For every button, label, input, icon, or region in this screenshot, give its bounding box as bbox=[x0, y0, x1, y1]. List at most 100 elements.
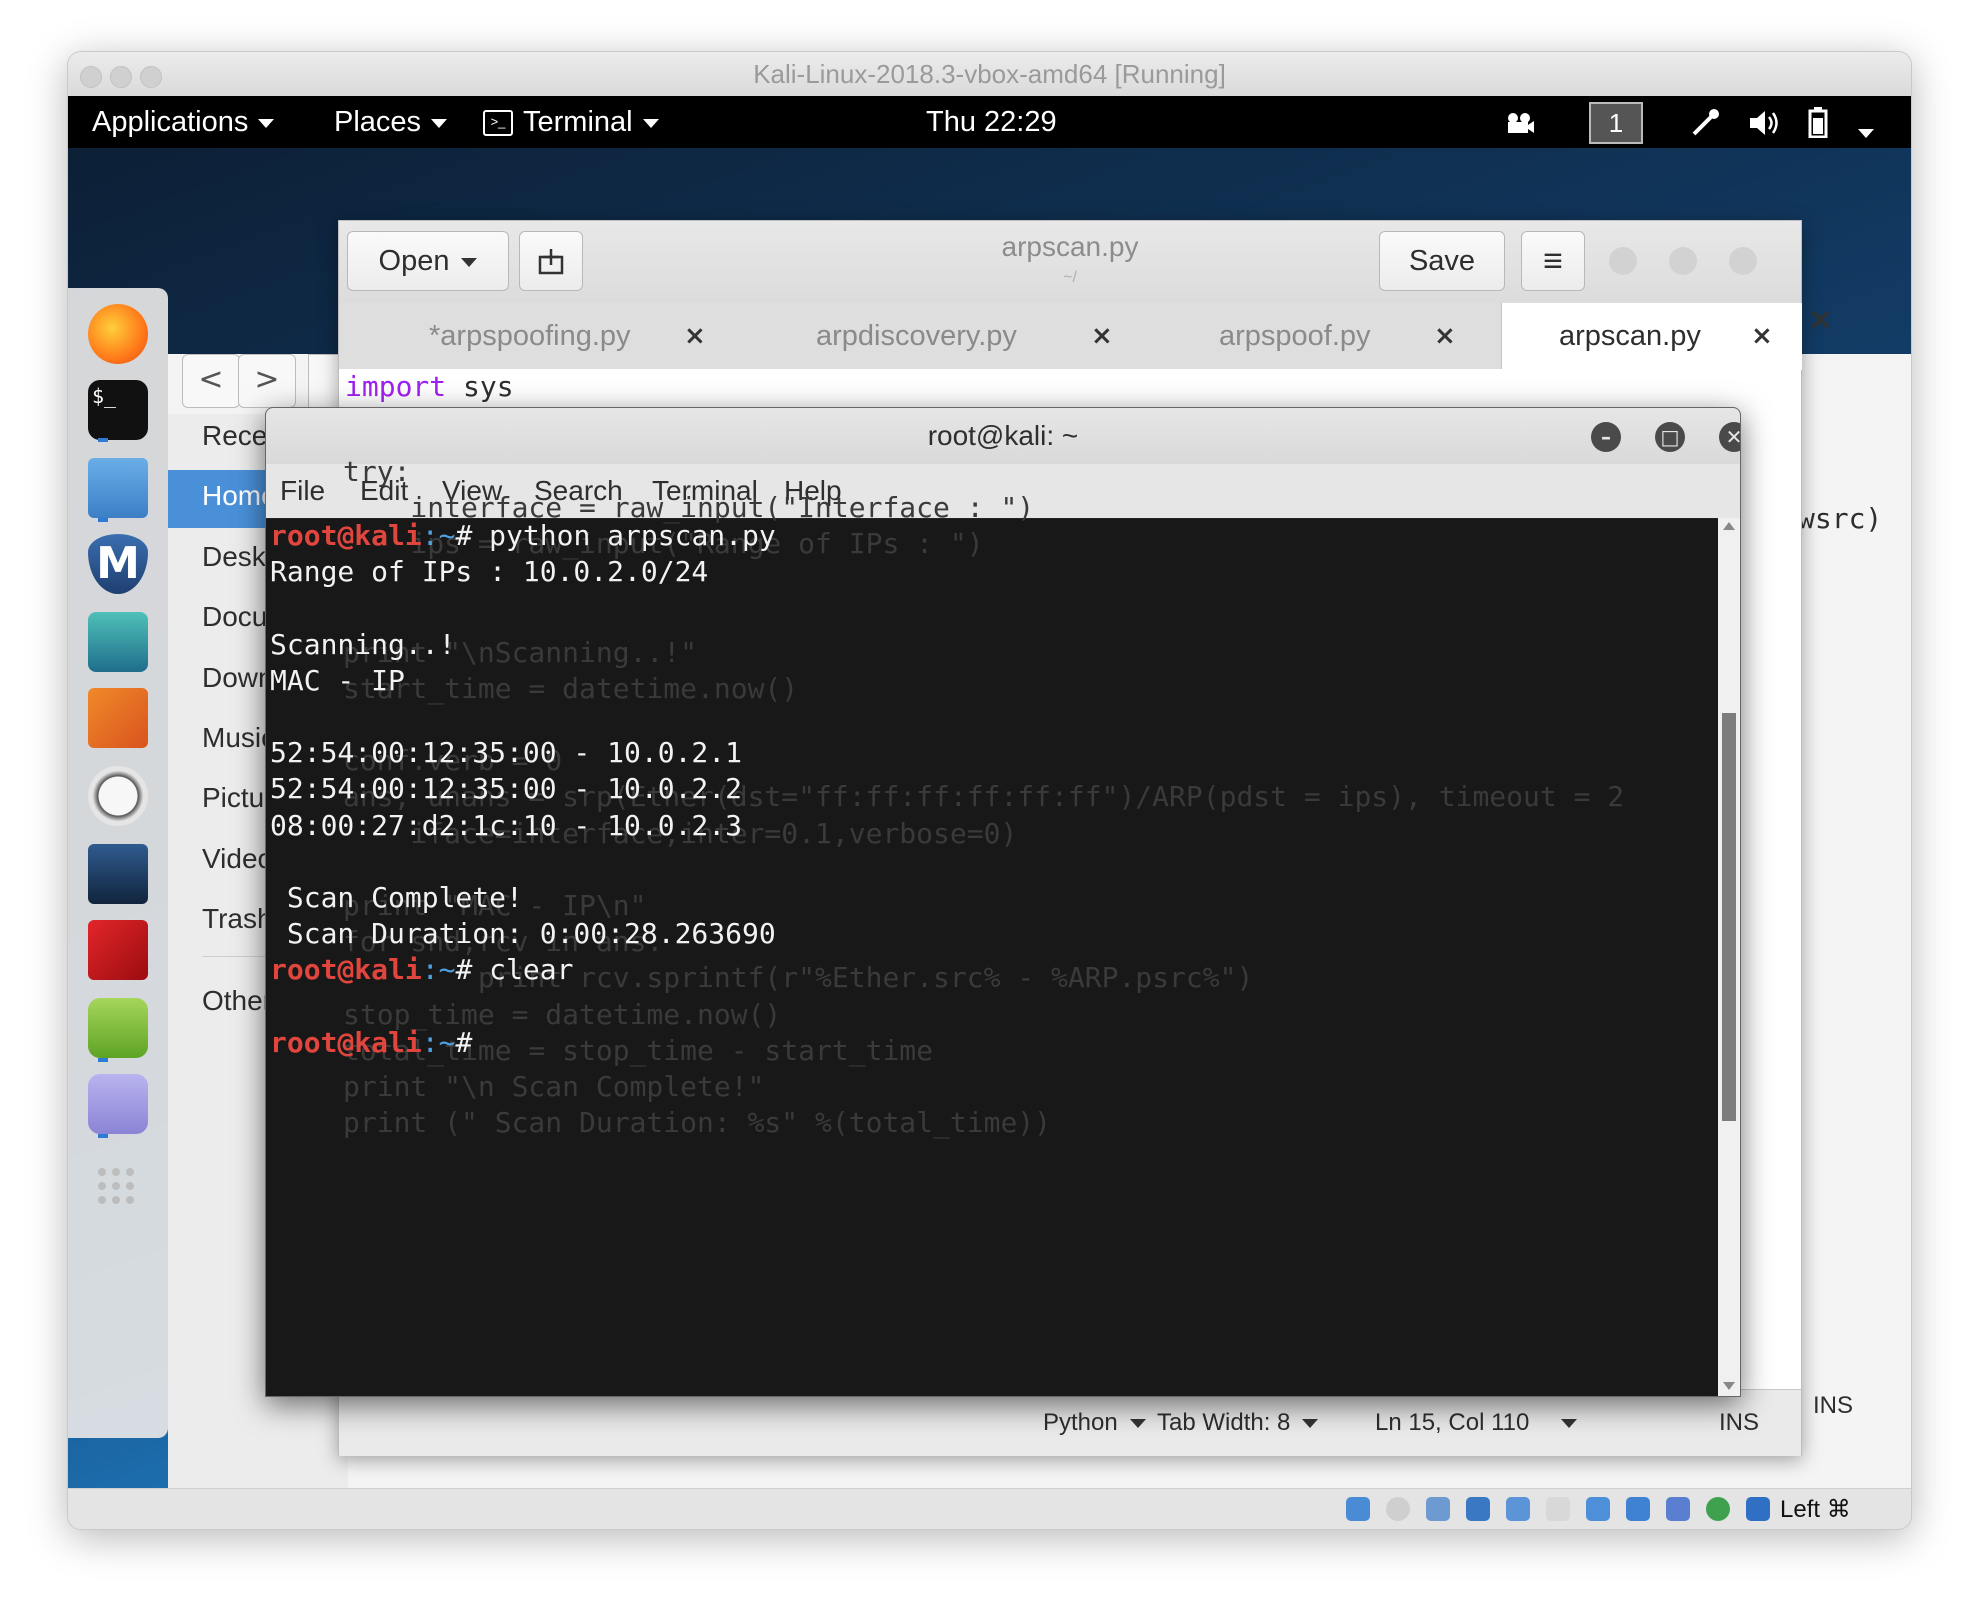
terminal-line: MAC - IP bbox=[270, 663, 405, 697]
folder-icon[interactable] bbox=[88, 458, 148, 518]
gedit-icon[interactable] bbox=[88, 1074, 148, 1134]
tab-close-icon[interactable]: × bbox=[1434, 303, 1456, 369]
mouse-integration-icon[interactable] bbox=[1706, 1497, 1730, 1521]
terminal-window: root@kali: ~ – □ ✕ File Edit View Search… bbox=[265, 407, 1741, 1397]
prompt-hash: # bbox=[455, 1025, 490, 1059]
workspace-indicator[interactable]: 1 bbox=[1589, 102, 1643, 144]
tab-arpspoofing[interactable]: *arpspoofing.py bbox=[429, 303, 631, 369]
prompt-user: root@kali bbox=[270, 519, 422, 552]
language-selector[interactable]: Python bbox=[1043, 1390, 1146, 1456]
save-button[interactable]: Save bbox=[1379, 231, 1505, 291]
armitage-icon[interactable] bbox=[88, 612, 148, 672]
clock[interactable]: Thu 22:29 bbox=[926, 96, 1057, 148]
ghost-code-line: try: bbox=[343, 454, 411, 488]
files-ins-label: INS bbox=[1813, 1392, 1854, 1419]
cpu-icon[interactable] bbox=[1666, 1497, 1690, 1521]
insert-mode: INS bbox=[1719, 1409, 1760, 1436]
eyedropper-icon[interactable] bbox=[1690, 108, 1720, 138]
close-icon[interactable] bbox=[1729, 247, 1757, 275]
leafpad-icon[interactable] bbox=[88, 998, 148, 1058]
terminal-line: Scan Complete! bbox=[270, 881, 523, 915]
terminal-line: 08:00:27:d2:1c:10 - 10.0.2.3 bbox=[270, 808, 743, 842]
chevron-down-icon bbox=[1129, 1419, 1146, 1429]
prompt-hash: # bbox=[455, 953, 490, 987]
terminal-icon: >_ bbox=[483, 110, 513, 137]
running-indicator bbox=[98, 438, 108, 442]
terminal-output[interactable]: from scapy.all import * try: interface =… bbox=[266, 455, 1718, 1396]
gedit-headerbar: Open arpscan.py ~/ Save ≡ bbox=[339, 221, 1801, 304]
minimize-icon[interactable] bbox=[1609, 247, 1637, 275]
terminal-line: 52:54:00:12:35:00 - 10.0.2.1 bbox=[270, 736, 743, 770]
hard-disk-icon[interactable] bbox=[1346, 1497, 1370, 1521]
metasploit-icon[interactable]: M bbox=[88, 534, 148, 594]
terminal-dock-icon[interactable]: $_ bbox=[88, 380, 148, 440]
scroll-down-icon[interactable] bbox=[1723, 1382, 1735, 1390]
system-menu-chevron-icon[interactable] bbox=[1848, 116, 1874, 149]
maltego-icon[interactable] bbox=[88, 766, 148, 826]
scrollbar-thumb[interactable] bbox=[1722, 713, 1736, 1121]
firefox-icon[interactable] bbox=[88, 304, 148, 364]
running-indicator bbox=[98, 518, 108, 522]
running-indicator bbox=[98, 1134, 108, 1138]
gnome-top-bar: Applications Places >_ Terminal Thu 22:29… bbox=[68, 96, 1911, 148]
audio-icon[interactable] bbox=[1426, 1497, 1450, 1521]
applications-label: Applications bbox=[92, 106, 249, 138]
faraday-icon[interactable] bbox=[88, 920, 148, 980]
show-apps-icon[interactable] bbox=[96, 1166, 136, 1206]
terminal-line: Scanning..! bbox=[270, 627, 456, 661]
prompt-user: root@kali bbox=[270, 1025, 422, 1059]
chevron-down-icon bbox=[1561, 1419, 1577, 1429]
guest-screen: Applications Places >_ Terminal Thu 22:29… bbox=[68, 96, 1911, 1488]
battery-icon[interactable] bbox=[1808, 106, 1828, 139]
code-line-1: import sys bbox=[345, 370, 514, 403]
cursor-position[interactable]: Ln 15, Col 110 bbox=[1375, 1390, 1529, 1456]
host-key-label: Left ⌘ bbox=[1780, 1496, 1851, 1523]
ghost-code-line bbox=[343, 417, 1624, 453]
tab-arpscan[interactable]: arpscan.py bbox=[1559, 303, 1701, 369]
tab-arpdiscovery[interactable]: arpdiscovery.py bbox=[816, 303, 1017, 369]
tab-width-selector[interactable]: Tab Width: 8 bbox=[1157, 1390, 1319, 1456]
ghost-code-line: print "\n Scan Complete!" bbox=[343, 1070, 765, 1104]
hamburger-menu-icon[interactable]: ≡ bbox=[1521, 231, 1585, 291]
network-icon[interactable] bbox=[1466, 1497, 1490, 1521]
tab-close-icon[interactable]: × bbox=[1751, 303, 1773, 369]
video-icon[interactable] bbox=[1505, 110, 1535, 134]
burpsuite-icon[interactable] bbox=[88, 688, 148, 748]
vbox-statusbar: Left ⌘ bbox=[68, 1488, 1911, 1529]
applications-menu[interactable]: Applications bbox=[92, 96, 275, 148]
terminal-line: root@kali:~# bbox=[270, 1025, 776, 1061]
places-menu[interactable]: Places bbox=[334, 96, 448, 148]
prompt-path: :~ bbox=[421, 953, 456, 987]
terminal-app-menu[interactable]: >_ Terminal bbox=[483, 96, 659, 148]
forward-icon[interactable]: > bbox=[238, 354, 296, 408]
vm-titlebar: Kali-Linux-2018.3-vbox-amd64 [Running] bbox=[68, 52, 1911, 96]
vm-title: Kali-Linux-2018.3-vbox-amd64 [Running] bbox=[753, 59, 1226, 89]
maximize-icon[interactable] bbox=[1669, 247, 1697, 275]
optical-drive-icon[interactable] bbox=[1386, 1497, 1410, 1521]
menu-file[interactable]: File bbox=[280, 464, 325, 518]
tab-close-icon[interactable]: × bbox=[684, 303, 706, 369]
terminal-line: Range of IPs : 10.0.2.0/24 bbox=[270, 555, 709, 589]
usb-icon[interactable] bbox=[1506, 1497, 1530, 1521]
keyboard-capture-icon[interactable] bbox=[1746, 1497, 1770, 1521]
terminal-line: root@kali:~# python arpscan.py bbox=[270, 518, 776, 554]
position-menu[interactable] bbox=[1549, 1390, 1577, 1456]
tab-close-icon[interactable]: × bbox=[1091, 303, 1113, 369]
display-icon[interactable] bbox=[1586, 1497, 1610, 1521]
files-close-icon[interactable]: × bbox=[1808, 302, 1833, 337]
tab-arpspoof[interactable]: arpspoof.py bbox=[1219, 303, 1371, 369]
video-capture-icon[interactable] bbox=[1626, 1497, 1650, 1521]
scroll-up-icon[interactable] bbox=[1723, 522, 1735, 530]
back-icon[interactable]: < bbox=[182, 354, 240, 408]
prompt-path: :~ bbox=[421, 1025, 456, 1059]
maximize-icon[interactable]: □ bbox=[1655, 422, 1685, 452]
volume-icon[interactable] bbox=[1748, 108, 1780, 138]
terminal-lines: root@kali:~# python arpscan.py Range of I… bbox=[270, 518, 776, 1061]
chevron-down-icon bbox=[258, 118, 275, 128]
terminal-scrollbar[interactable] bbox=[1718, 518, 1740, 1396]
close-icon[interactable]: ✕ bbox=[1719, 422, 1740, 452]
shared-folder-icon[interactable] bbox=[1546, 1497, 1570, 1521]
beef-icon[interactable] bbox=[88, 844, 148, 904]
